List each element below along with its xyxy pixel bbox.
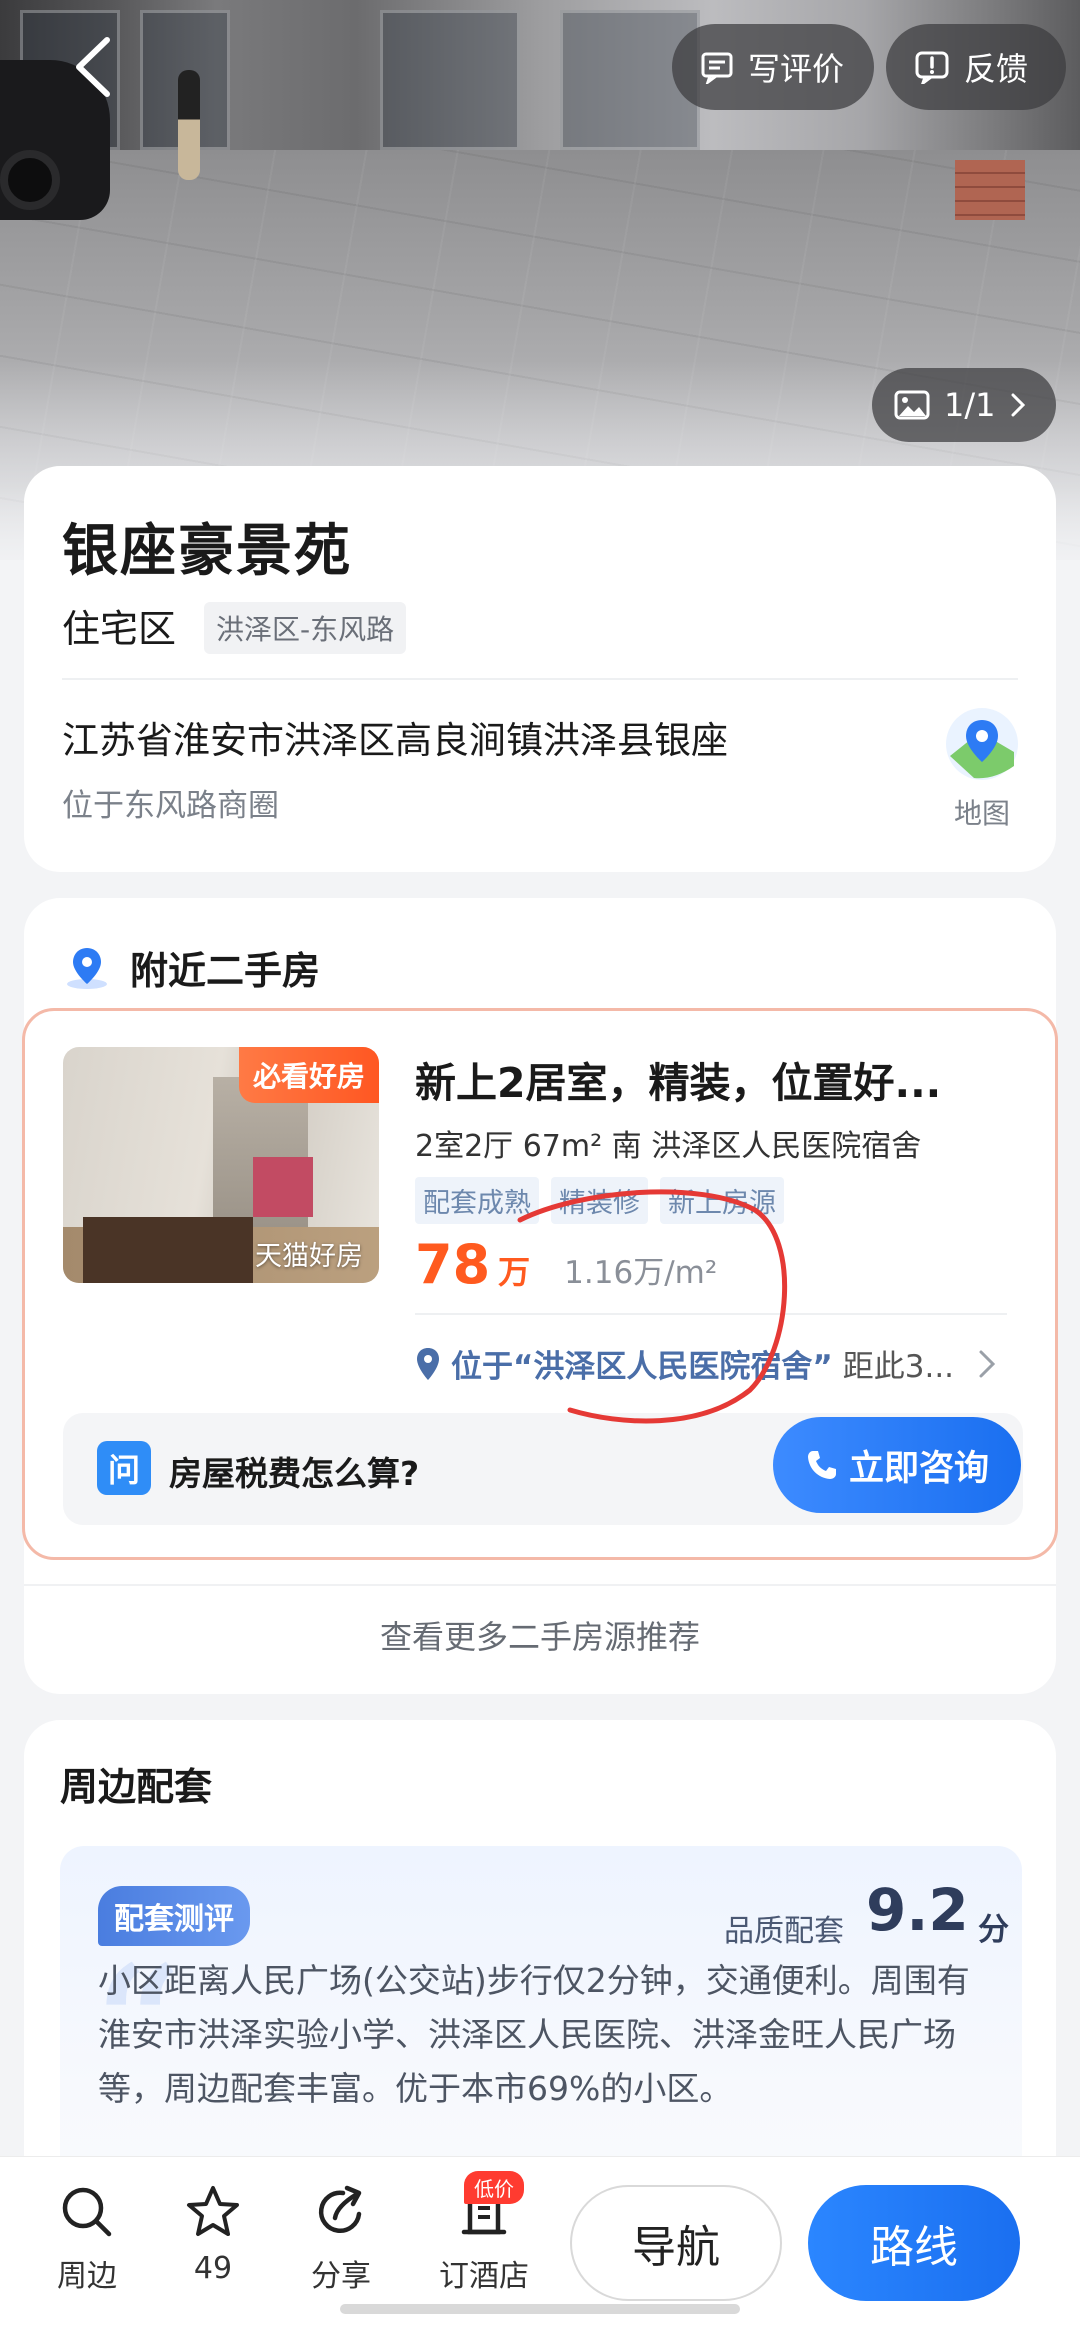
price-total: 78 <box>415 1233 491 1296</box>
car-wheel <box>0 150 60 210</box>
score-unit: 分 <box>978 1912 1009 1948</box>
listing-title[interactable]: 新上2居室，精装，位置好... <box>415 1049 1015 1109</box>
share-tab[interactable]: 分享 <box>286 2177 396 2295</box>
listing-tags: 配套成熟 精装修 新上房源 <box>415 1177 784 1224</box>
location-pin-icon <box>417 1347 439 1380</box>
chevron-left-icon <box>76 37 110 97</box>
consult-now-button[interactable]: 立即咨询 <box>773 1417 1021 1513</box>
chevron-right-icon <box>1011 393 1025 417</box>
tax-question-bar[interactable]: 问 房屋税费怎么算? 立即咨询 <box>63 1413 1023 1525</box>
divider <box>24 1584 1056 1586</box>
comment-icon <box>701 52 733 84</box>
pedestrian <box>178 70 200 180</box>
location-distance: 距此3... <box>842 1349 955 1385</box>
consult-label: 立即咨询 <box>848 1448 989 1489</box>
listing-location-link[interactable]: 位于“洪泽区人民医院宿舍” 距此3... <box>415 1341 996 1386</box>
photo-cabinet <box>83 1217 253 1283</box>
divider <box>62 678 1018 680</box>
image-icon <box>894 390 930 420</box>
nearby-label: 周边 <box>57 2259 117 2294</box>
nearby-tab[interactable]: 周边 <box>32 2177 142 2295</box>
location-highlight: 位于“洪泽区人民医院宿舍” <box>451 1349 833 1385</box>
question-icon: 问 <box>97 1441 151 1495</box>
housing-listing[interactable]: 必看好房 天猫好房 新上2居室，精装，位置好... 2室2厅 67m² 南 洪泽… <box>22 1008 1058 1560</box>
poi-info-card: 银座豪景苑 住宅区 洪泽区-东风路 江苏省淮安市洪泽区高良涧镇洪泽县银座 位于东… <box>24 466 1056 872</box>
price-unit: 万 <box>498 1253 531 1291</box>
poi-type: 住宅区 <box>62 607 177 651</box>
brick-stack <box>955 160 1025 220</box>
map-label[interactable]: 地图 <box>954 792 1010 832</box>
bottom-action-bar: 周边 49 分享 低价 订酒店 导航 路线 <box>0 2156 1080 2326</box>
evaluation-text: 小区距离人民广场(公交站)步行仅2分钟，交通便利。周围有淮安市洪泽实验小学、洪泽… <box>98 1961 970 2108</box>
low-price-badge: 低价 <box>464 2171 524 2204</box>
must-see-badge: 必看好房 <box>238 1047 379 1103</box>
business-area: 位于东风路商圈 <box>62 788 279 824</box>
photo-gallery-button[interactable]: 1/1 <box>872 368 1056 442</box>
map-button[interactable] <box>944 706 1020 782</box>
more-listings-link[interactable]: 查看更多二手房源推荐 <box>24 1612 1056 1658</box>
photo-chair <box>253 1157 313 1217</box>
section-title: 附近二手房 <box>130 949 321 993</box>
listing-photo[interactable]: 必看好房 天猫好房 <box>63 1047 379 1283</box>
storefront-window <box>380 10 520 150</box>
facilities-title: 周边配套 <box>60 1765 213 1809</box>
location-pin-icon <box>67 947 107 989</box>
listing-tag: 配套成熟 <box>415 1177 539 1224</box>
poi-address[interactable]: 江苏省淮安市洪泽区高良涧镇洪泽县银座 <box>62 710 728 764</box>
feedback-button[interactable]: 反馈 <box>886 24 1066 110</box>
tax-question[interactable]: 房屋税费怎么算? <box>169 1447 419 1495</box>
poi-name: 银座豪景苑 <box>62 519 352 584</box>
share-label: 分享 <box>311 2259 371 2294</box>
score-value: 9.2 <box>866 1876 969 1944</box>
favorites-count: 49 <box>193 2251 233 2286</box>
listing-tag: 精装修 <box>551 1177 648 1224</box>
feedback-label: 反馈 <box>964 50 1029 88</box>
home-indicator[interactable] <box>340 2304 740 2314</box>
navigate-button[interactable]: 导航 <box>570 2185 782 2301</box>
listing-spec: 2室2厅 67m² 南 洪泽区人民医院宿舍 <box>415 1129 922 1164</box>
write-review-button[interactable]: 写评价 <box>672 24 874 110</box>
favorite-tab[interactable]: 49 <box>158 2177 268 2286</box>
chevron-right-icon <box>979 1350 996 1377</box>
write-review-label: 写评价 <box>748 50 845 88</box>
hotel-label: 订酒店 <box>439 2259 529 2294</box>
star-icon <box>187 2186 239 2236</box>
photo-counter: 1/1 <box>944 386 996 424</box>
source-badge: 天猫好房 <box>255 1241 363 1272</box>
book-hotel-tab[interactable]: 低价 订酒店 <box>414 2171 554 2295</box>
route-button[interactable]: 路线 <box>808 2185 1020 2301</box>
search-icon <box>62 2187 112 2237</box>
map-pin-icon <box>946 708 1018 780</box>
section-header: 附近二手房 <box>62 940 320 995</box>
evaluation-tag: 配套测评 <box>98 1886 250 1946</box>
divider <box>415 1313 1007 1315</box>
listing-tag: 新上房源 <box>660 1177 784 1224</box>
alert-message-icon <box>915 51 949 84</box>
nearby-housing-card: 附近二手房 必看好房 天猫好房 新上2居室，精装，位置好... 2室2厅 67m… <box>22 898 1058 1694</box>
phone-icon <box>807 1451 836 1479</box>
back-button[interactable] <box>58 32 128 102</box>
score-label: 品质配套 <box>724 1914 844 1949</box>
share-icon <box>318 2185 362 2233</box>
area-tag: 洪泽区-东风路 <box>204 602 407 654</box>
price-per-sqm: 1.16万/m² <box>564 1255 718 1291</box>
listing-price: 78 万 1.16万/m² <box>415 1233 717 1296</box>
